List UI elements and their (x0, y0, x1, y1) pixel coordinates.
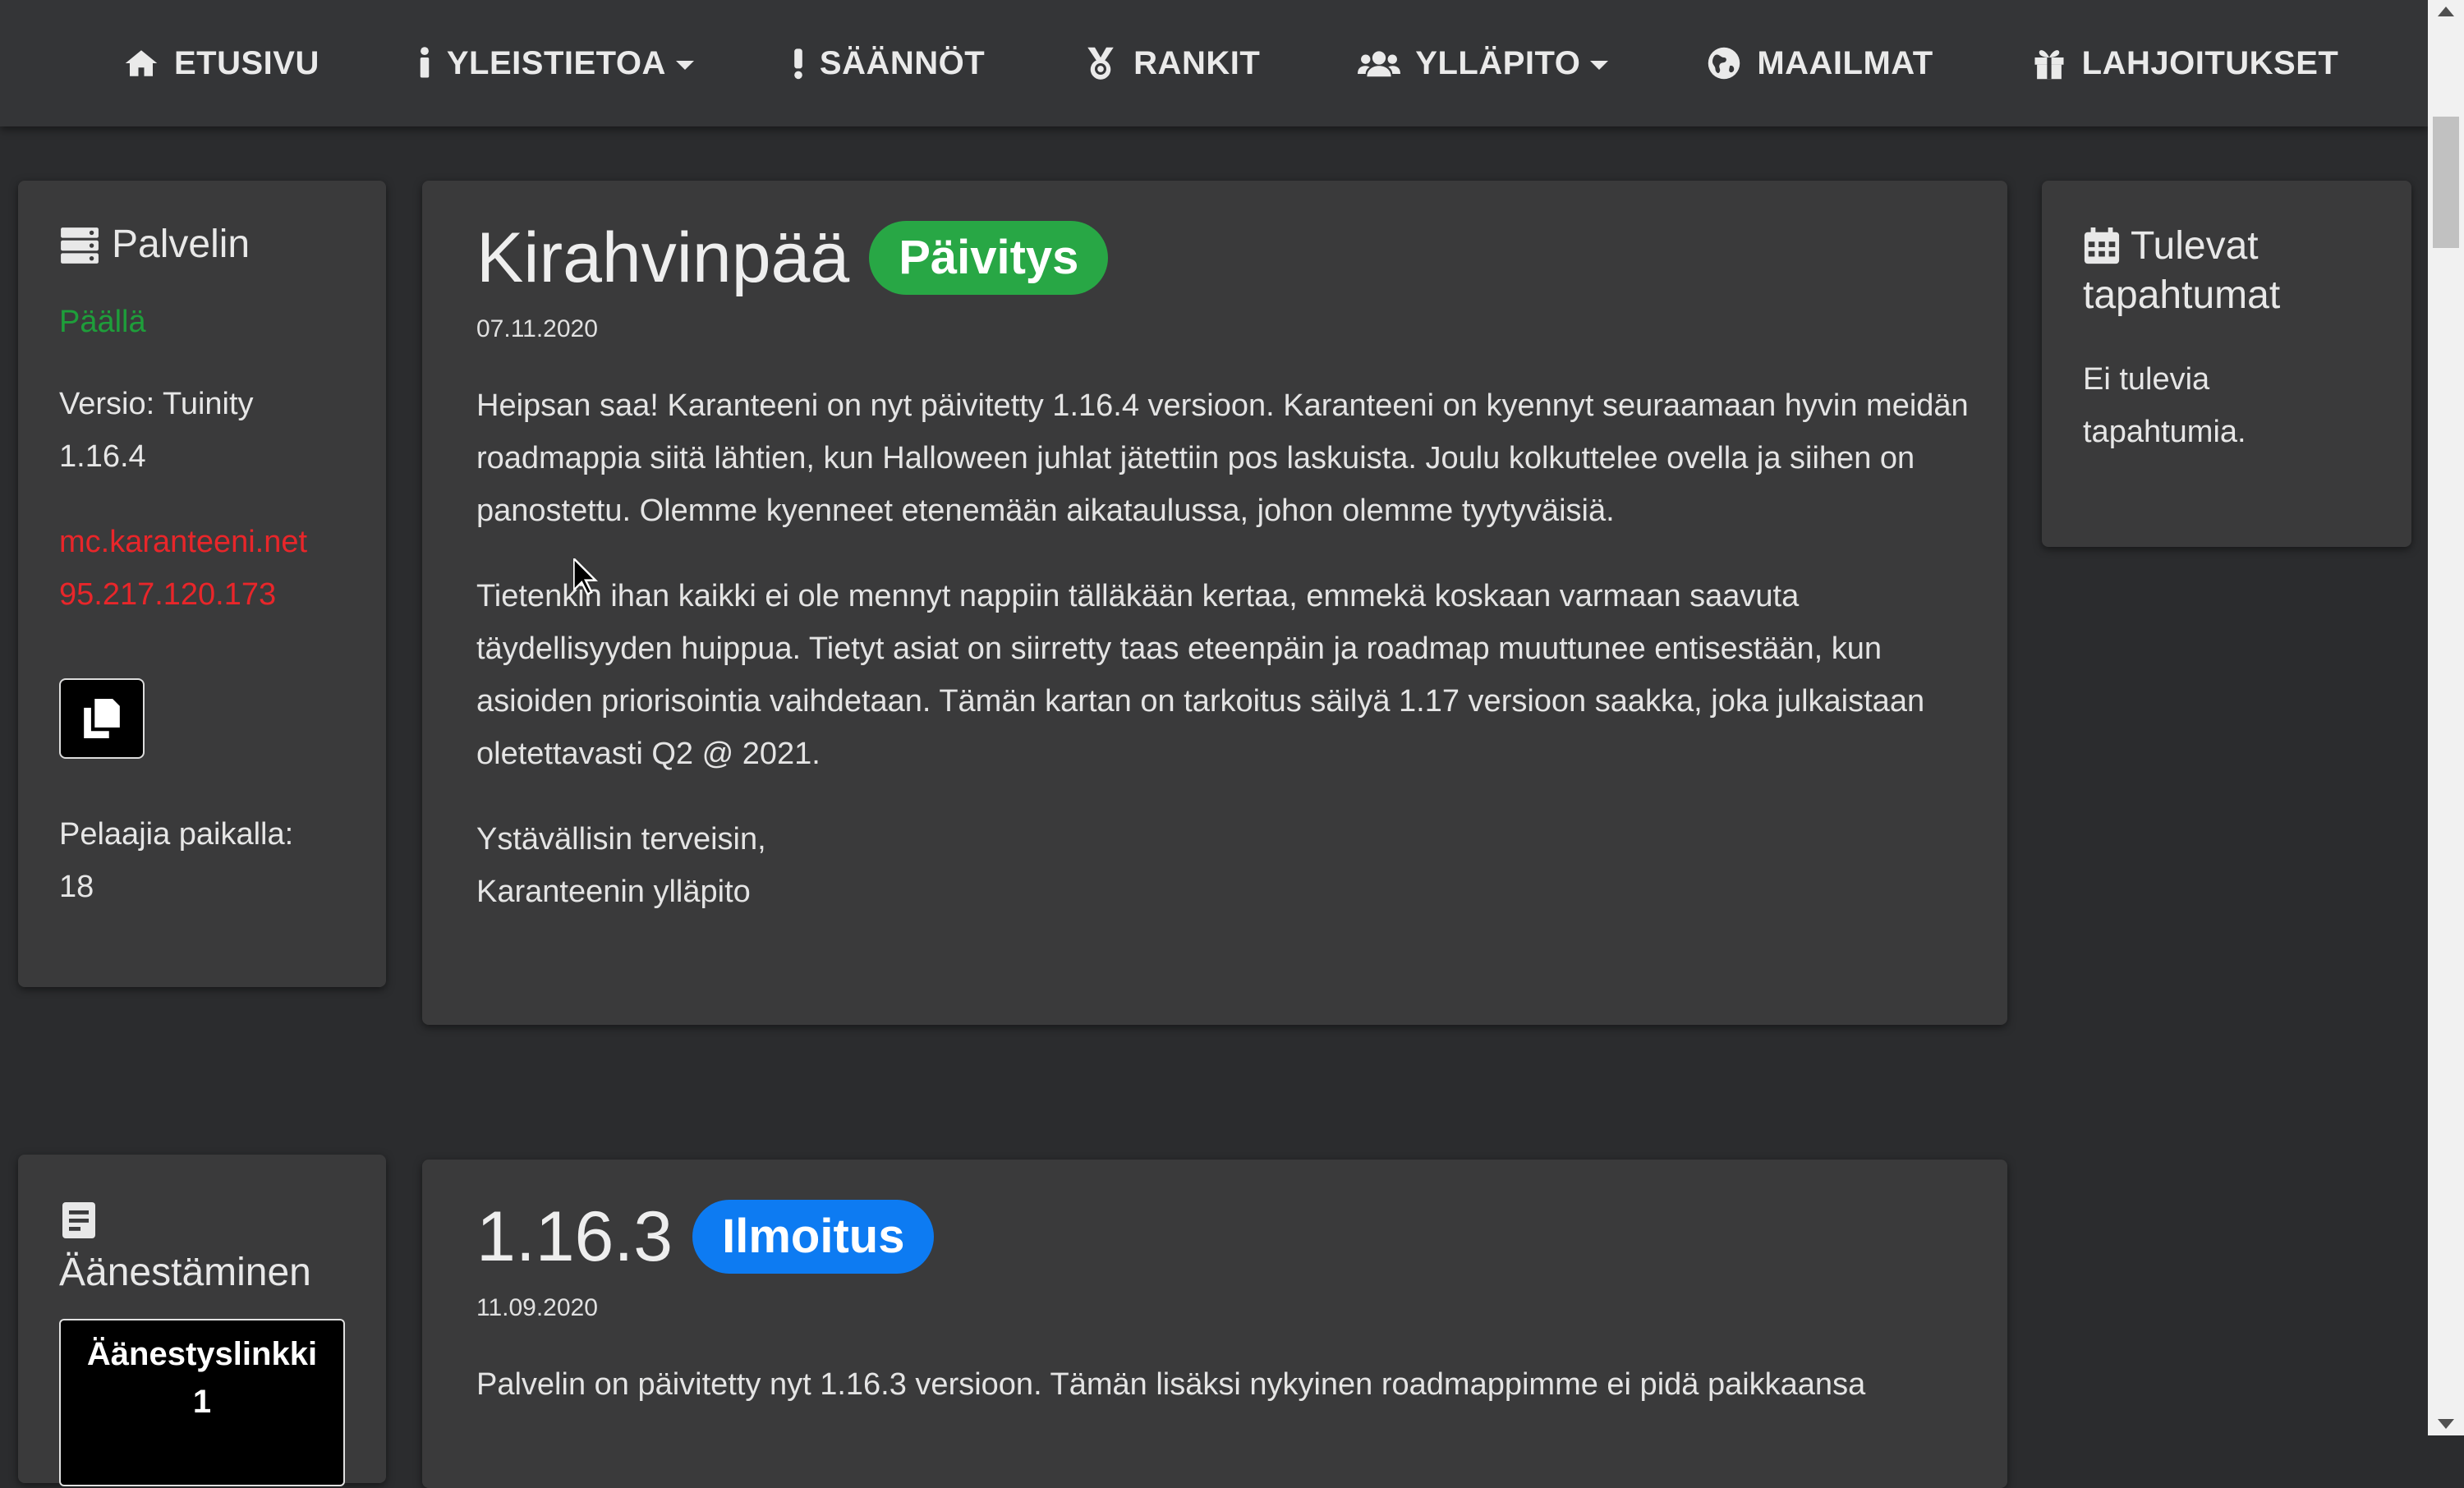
nav-label: YLEISTIETOA (446, 44, 666, 81)
post-title: 1.16.3 (476, 1197, 673, 1276)
chevron-down-icon (675, 60, 694, 70)
signature-greeting: Ystävällisin terveisin, (476, 822, 766, 857)
post-badge-announcement: Ilmoitus (692, 1200, 935, 1274)
post-paragraph: Heipsan saa! Karanteeni on nyt päivitett… (476, 388, 1969, 528)
info-icon (416, 46, 434, 80)
medal-icon (1081, 46, 1120, 80)
scrollbar-thumb[interactable] (2433, 117, 2459, 248)
server-version-number: 1.16.4 (59, 439, 146, 474)
page-scrollbar[interactable] (2428, 0, 2464, 1435)
document-icon (62, 1202, 95, 1238)
server-panel-title-text: Palvelin (112, 223, 251, 266)
news-post-1: Kirahvinpää Päivitys 07.11.2020 Heipsan … (422, 181, 2007, 1025)
chevron-down-icon (1590, 60, 1609, 70)
server-address[interactable]: mc.karanteeni.net (59, 516, 307, 568)
copy-icon (84, 699, 120, 738)
nav-label: LAHJOITUKSET (2081, 44, 2339, 81)
post-body: Palvelin on päivitetty nyt 1.16.3 versio… (476, 1358, 1971, 1411)
nav-label: RANKIT (1133, 44, 1261, 81)
nav-item-rankit[interactable]: RANKIT (1081, 45, 1260, 82)
server-panel-title: Palvelin (59, 222, 250, 267)
vote-link-number: 1 (192, 1384, 212, 1420)
events-title-line2: tapahtumat (2083, 273, 2281, 317)
top-navbar: ETUSIVU YLEISTIETOA SÄÄNNÖT RANKIT YLLÄP… (0, 0, 2428, 126)
home-icon (122, 46, 161, 80)
vote-panel: Äänestäminen Äänestyslinkki 1 (18, 1155, 386, 1486)
events-empty-line2: tapahtumia. (2083, 415, 2246, 449)
nav-item-yllapito[interactable]: YLLÄPITO (1356, 44, 1609, 82)
post-title-row: Kirahvinpää Päivitys (476, 217, 1971, 299)
post-paragraph: Tietenkin ihan kaikki ei ole mennyt napp… (476, 579, 1925, 771)
vote-link-button-1[interactable]: Äänestyslinkki 1 (59, 1319, 345, 1486)
server-ip[interactable]: 95.217.120.173 (59, 568, 276, 621)
server-version-label: Versio: Tuinity (59, 387, 254, 421)
server-status: Päällä (59, 305, 146, 339)
vote-panel-title: Äänestäminen (59, 1251, 311, 1294)
events-panel-title: Tulevat tapahtumat (2083, 222, 2280, 320)
events-panel: Tulevat tapahtumat Ei tulevia tapahtumia… (2042, 181, 2411, 547)
vote-link-label: Äänestyslinkki (86, 1336, 318, 1372)
scroll-up-arrow-icon[interactable] (2438, 7, 2454, 16)
nav-item-maailmat[interactable]: MAAILMAT (1704, 45, 1933, 82)
post-signature: Ystävällisin terveisin, Karanteenin yllä… (476, 813, 1971, 918)
globe-icon (1704, 46, 1744, 80)
post-paragraph: Palvelin on päivitetty nyt 1.16.3 versio… (476, 1367, 1866, 1402)
nav-list: ETUSIVU YLEISTIETOA SÄÄNNÖT RANKIT YLLÄP… (122, 0, 2434, 126)
events-title-line1: Tulevat (2131, 224, 2259, 268)
server-panel: Palvelin Päällä Versio: Tuinity 1.16.4 m… (18, 181, 386, 987)
nav-label: YLLÄPITO (1415, 44, 1581, 81)
scroll-down-arrow-icon[interactable] (2438, 1419, 2454, 1429)
post-badge-update: Päivitys (869, 221, 1109, 295)
gift-icon (2030, 46, 2069, 80)
users-icon (1356, 46, 1402, 80)
post-date: 11.09.2020 (476, 1294, 598, 1321)
nav-item-lahjoitukset[interactable]: LAHJOITUKSET (2030, 45, 2339, 82)
server-icon (61, 227, 99, 264)
post-title: Kirahvinpää (476, 218, 850, 297)
nav-item-saannot[interactable]: SÄÄNNÖT (790, 45, 985, 82)
nav-label: ETUSIVU (174, 44, 319, 81)
mouse-cursor-icon (573, 558, 598, 596)
post-body: Heipsan saa! Karanteeni on nyt päivitett… (476, 379, 1971, 918)
post-date: 07.11.2020 (476, 315, 598, 342)
nav-label: SÄÄNNÖT (819, 44, 986, 81)
nav-item-yleistietoa[interactable]: YLEISTIETOA (416, 45, 694, 82)
players-label: Pelaajia paikalla: (59, 817, 294, 852)
post-title-row: 1.16.3 Ilmoitus (476, 1196, 1971, 1278)
players-count: 18 (59, 870, 94, 904)
exclamation-icon (790, 46, 807, 80)
news-post-2: 1.16.3 Ilmoitus 11.09.2020 Palvelin on p… (422, 1160, 2007, 1488)
copy-address-button[interactable] (59, 678, 145, 759)
nav-label: MAAILMAT (1757, 44, 1933, 81)
nav-item-etusivu[interactable]: ETUSIVU (122, 45, 319, 82)
events-empty-line1: Ei tulevia (2083, 362, 2210, 397)
signature-author: Karanteenin ylläpito (476, 875, 751, 909)
calendar-icon (2084, 227, 2120, 264)
